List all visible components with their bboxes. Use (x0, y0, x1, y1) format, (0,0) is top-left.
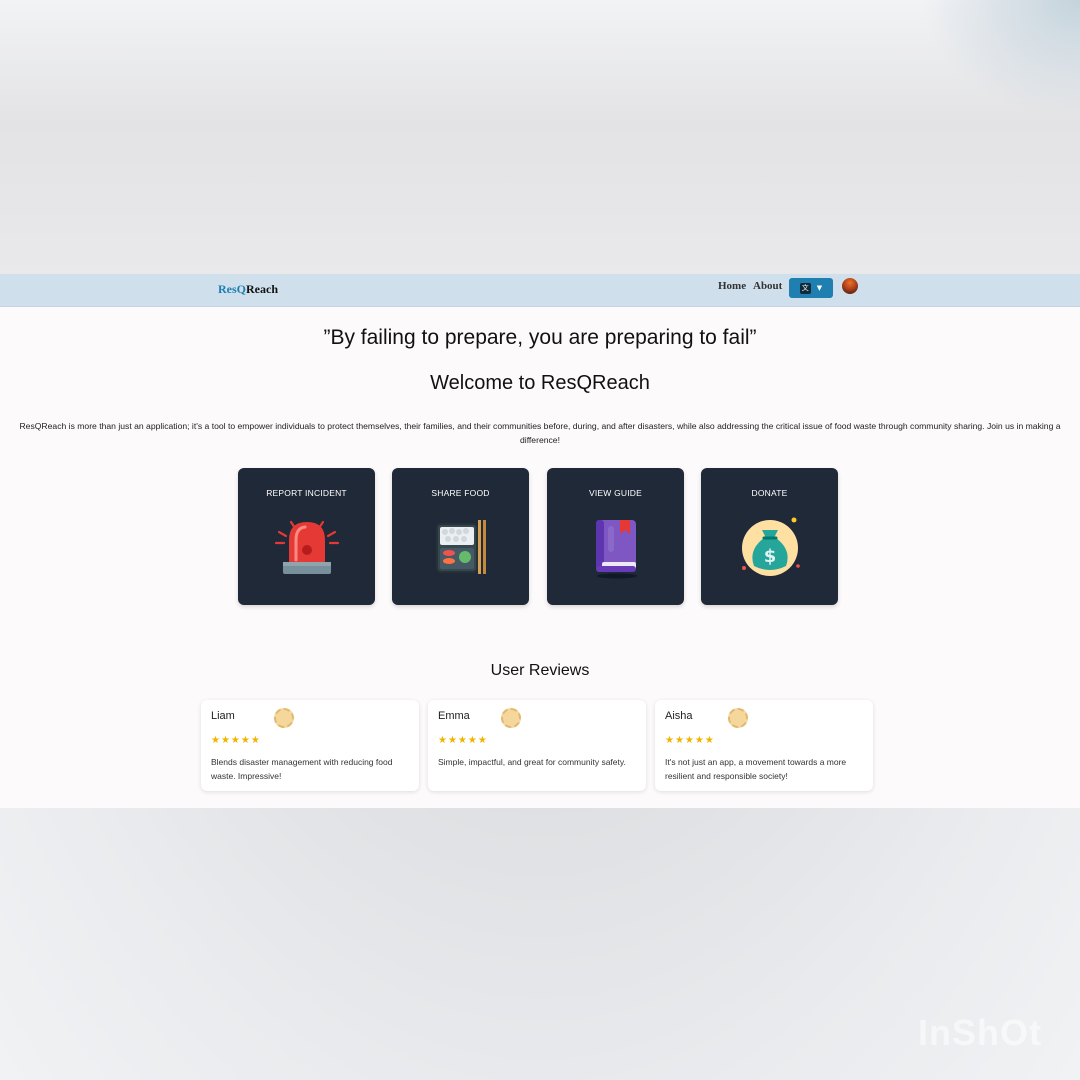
nav-link-home[interactable]: Home (718, 280, 746, 292)
navbar: ResQReach Home About 文 ▼ (0, 274, 1080, 307)
app-page: ResQReach Home About 文 ▼ ”By failing to … (0, 274, 1080, 808)
brand-part-2: Reach (246, 282, 278, 296)
intro-paragraph: ResQReach is more than just an applicati… (19, 421, 1061, 445)
book-icon (596, 520, 637, 579)
star-rating: ★★★★★ (665, 735, 715, 746)
reviewer-name: Aisha (665, 710, 693, 722)
siren-icon (274, 520, 340, 574)
chevron-down-icon: ▼ (816, 284, 823, 292)
review-text: Blends disaster management with reducing… (211, 757, 393, 781)
brand-part-1: ResQ (218, 282, 246, 296)
welcome-heading: Welcome to ResQReach (430, 372, 650, 394)
review-text: It's not just an app, a movement towards… (665, 757, 847, 781)
review-card: Aisha ★★★★★ It's not just an app, a move… (655, 700, 873, 791)
card-title: DONATE (751, 488, 788, 498)
review-card: Emma ★★★★★ Simple, impactful, and great … (428, 700, 646, 791)
reviewer-avatar (501, 708, 521, 728)
star-rating: ★★★★★ (211, 735, 261, 746)
reviewer-avatar (728, 708, 748, 728)
hero-quote: ”By failing to prepare, you are preparin… (323, 326, 757, 349)
money-bag-icon: $ (742, 517, 800, 576)
review-card: Liam ★★★★★ Blends disaster management wi… (201, 700, 419, 791)
card-title: REPORT INCIDENT (266, 488, 347, 498)
review-text: Simple, impactful, and great for communi… (438, 757, 626, 767)
reviews-heading: User Reviews (490, 662, 590, 679)
action-card-report-incident[interactable]: REPORT INCIDENT (238, 468, 375, 605)
action-card-donate[interactable]: DONATE $ (701, 468, 838, 605)
reviewer-name: Liam (211, 710, 235, 722)
inshot-watermark: InShOt (918, 1012, 1042, 1053)
card-title: SHARE FOOD (431, 488, 490, 498)
action-card-view-guide[interactable]: VIEW GUIDE (547, 468, 684, 605)
nav-link-about[interactable]: About (753, 280, 782, 292)
action-card-share-food[interactable]: SHARE FOOD (392, 468, 529, 605)
card-title: VIEW GUIDE (588, 488, 642, 498)
language-selector-button[interactable]: 文 ▼ (789, 278, 833, 298)
reviewer-name: Emma (438, 710, 470, 722)
translate-icon: 文 (799, 282, 811, 294)
svg-text:$: $ (764, 546, 777, 567)
bento-box-icon (436, 520, 486, 574)
reviewer-avatar (274, 708, 294, 728)
background-top (0, 0, 1080, 275)
star-rating: ★★★★★ (438, 735, 488, 746)
user-avatar[interactable] (842, 278, 858, 294)
brand-logo[interactable]: ResQReach (218, 282, 278, 297)
